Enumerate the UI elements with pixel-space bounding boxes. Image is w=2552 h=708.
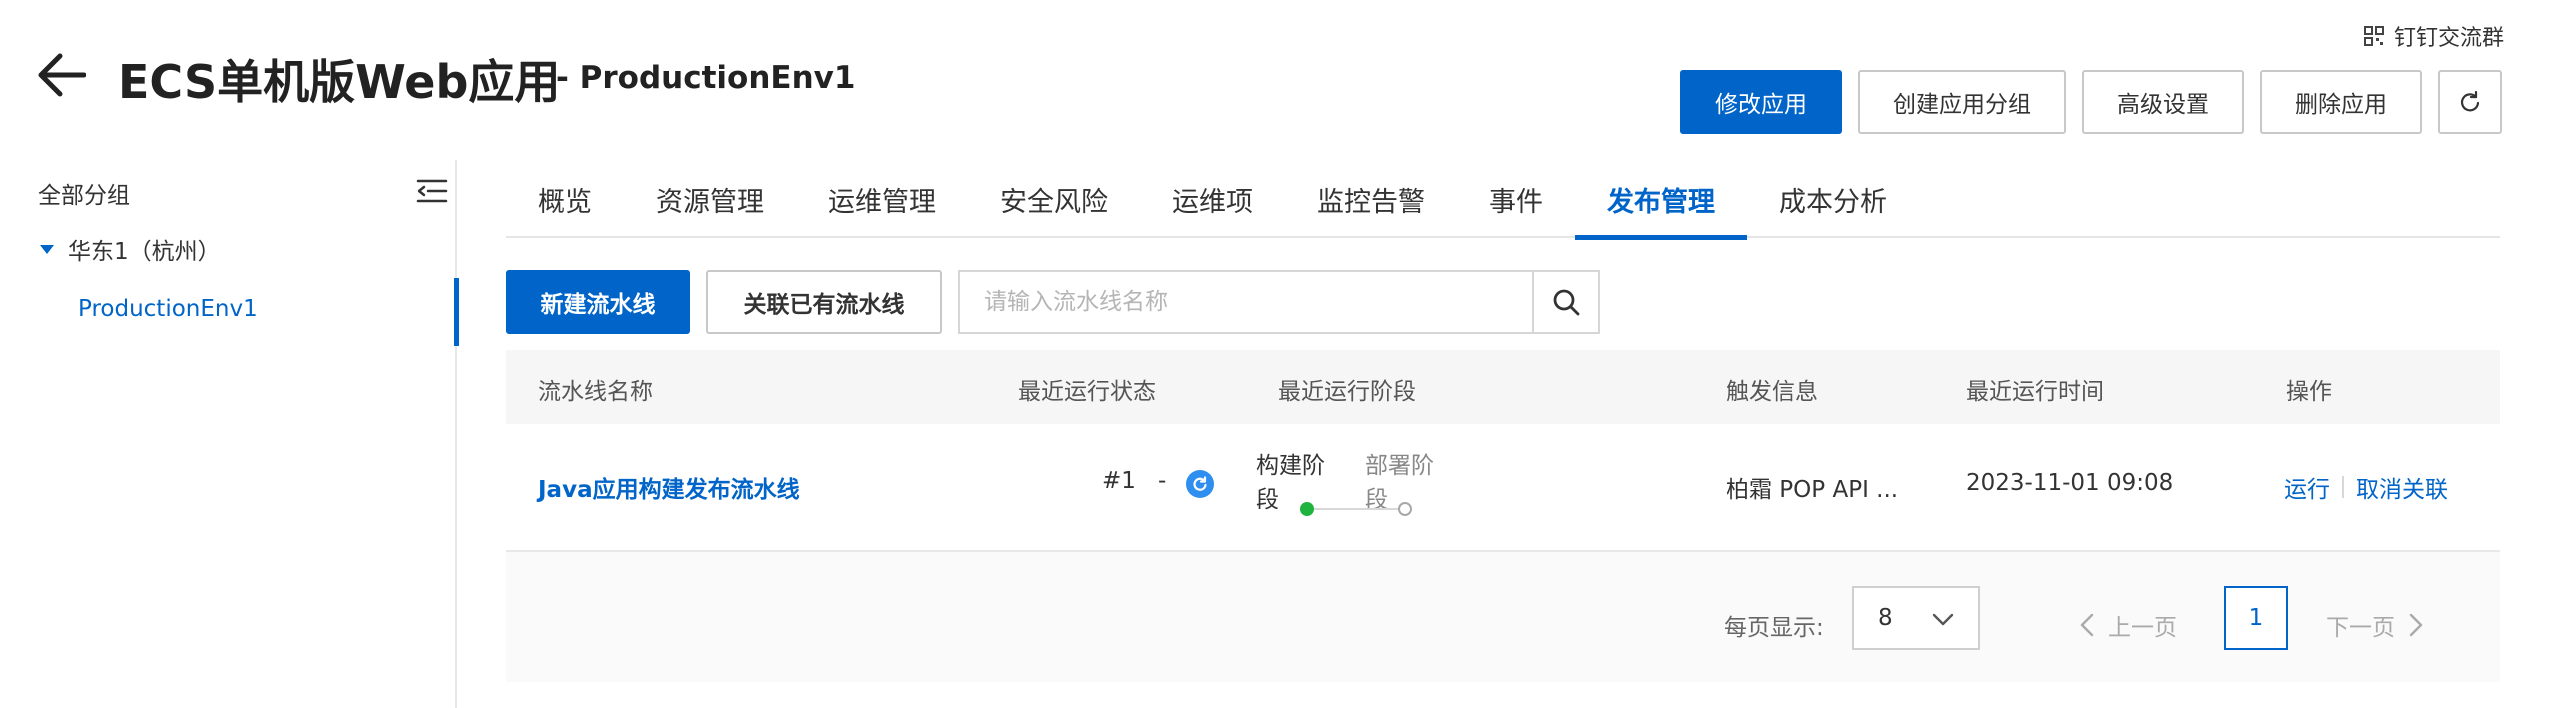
tab-resources[interactable]: 资源管理 bbox=[624, 160, 796, 238]
group-sidebar: 全部分组 华东1（杭州） ProductionEnv1 bbox=[0, 160, 459, 708]
stage-progress: 构建阶段 部署阶段 bbox=[1256, 446, 1456, 516]
region-label: 华东1（杭州） bbox=[68, 239, 221, 265]
tab-overview[interactable]: 概览 bbox=[506, 160, 624, 238]
tab-monitoring[interactable]: 监控告警 bbox=[1285, 160, 1457, 238]
run-link[interactable]: 运行 bbox=[2284, 470, 2330, 504]
chevron-right-icon bbox=[2409, 613, 2423, 637]
chevron-left-icon bbox=[2080, 613, 2094, 637]
refresh-button[interactable] bbox=[2438, 70, 2502, 134]
divider bbox=[2342, 476, 2344, 498]
pipeline-name-link[interactable]: Java应用构建发布流水线 bbox=[538, 470, 800, 504]
last-run-time: 2023-11-01 09:08 bbox=[1966, 470, 2174, 496]
active-indicator bbox=[454, 278, 459, 346]
tab-ops-items[interactable]: 运维项 bbox=[1140, 160, 1285, 238]
refresh-icon bbox=[2460, 91, 2480, 112]
col-time: 最近运行时间 bbox=[1966, 379, 2104, 405]
trigger-info: 柏霜 POP API ... bbox=[1726, 477, 1899, 503]
run-number[interactable]: #1 bbox=[1102, 468, 1136, 494]
advanced-settings-button[interactable]: 高级设置 bbox=[2082, 70, 2244, 134]
collapse-sidebar-icon[interactable] bbox=[416, 178, 448, 204]
delete-app-button[interactable]: 删除应用 bbox=[2260, 70, 2422, 134]
run-dash: - bbox=[1158, 468, 1167, 494]
running-status bbox=[1186, 470, 1214, 498]
modify-app-button[interactable]: 修改应用 bbox=[1680, 70, 1842, 134]
col-name: 流水线名称 bbox=[538, 379, 653, 405]
tab-release[interactable]: 发布管理 bbox=[1575, 160, 1747, 240]
col-stage: 最近运行阶段 bbox=[1278, 379, 1416, 405]
table-header: 流水线名称 最近运行状态 最近运行阶段 触发信息 最近运行时间 操作 bbox=[506, 350, 2500, 424]
page-number-current[interactable]: 1 bbox=[2224, 586, 2288, 650]
pipeline-table: 流水线名称 最近运行状态 最近运行阶段 触发信息 最近运行时间 操作 Java应… bbox=[506, 350, 2500, 552]
row-actions: 运行 取消关联 bbox=[2284, 470, 2448, 504]
link-pipeline-button[interactable]: 关联已有流水线 bbox=[706, 270, 942, 334]
prev-page-label: 上一页 bbox=[2108, 615, 2177, 641]
sidebar-item-region[interactable]: 华东1（杭州） bbox=[40, 232, 221, 266]
create-app-group-button[interactable]: 创建应用分组 bbox=[1858, 70, 2066, 134]
qrcode-icon bbox=[2363, 26, 2384, 46]
running-icon bbox=[1186, 470, 1214, 498]
tab-bar: 概览 资源管理 运维管理 安全风险 运维项 监控告警 事件 发布管理 成本分析 bbox=[506, 160, 2500, 240]
new-pipeline-button[interactable]: 新建流水线 bbox=[506, 270, 690, 334]
next-page-label: 下一页 bbox=[2326, 615, 2395, 641]
page-title: ECS单机版Web应用 bbox=[118, 55, 561, 109]
chevron-down-icon bbox=[1932, 613, 1954, 626]
dingtalk-group-link[interactable]: 钉钉交流群 bbox=[2363, 20, 2504, 52]
search-button[interactable] bbox=[1532, 272, 1598, 332]
tab-operations[interactable]: 运维管理 bbox=[796, 160, 968, 238]
sidebar-item-env[interactable]: ProductionEnv1 bbox=[0, 278, 459, 346]
search-icon bbox=[1553, 289, 1580, 316]
stage-done-dot bbox=[1300, 502, 1314, 516]
stage-pending-dot bbox=[1398, 502, 1412, 516]
env-label: ProductionEnv1 bbox=[78, 296, 258, 322]
pipeline-toolbar: 新建流水线 关联已有流水线 bbox=[506, 270, 1600, 334]
unlink-link[interactable]: 取消关联 bbox=[2356, 470, 2448, 504]
tab-events[interactable]: 事件 bbox=[1457, 160, 1575, 238]
page-size-value: 8 bbox=[1878, 605, 1893, 631]
stage-track bbox=[1300, 502, 1412, 516]
search-input[interactable] bbox=[960, 272, 1532, 332]
prev-page-button[interactable]: 上一页 bbox=[2080, 608, 2177, 642]
pipeline-search bbox=[958, 270, 1600, 334]
tab-security-risk[interactable]: 安全风险 bbox=[968, 160, 1140, 238]
dingtalk-label: 钉钉交流群 bbox=[2393, 26, 2504, 51]
header-actions: 修改应用 创建应用分组 高级设置 删除应用 bbox=[1680, 70, 2502, 134]
table-row: Java应用构建发布流水线 #1 - 构建阶段 部署阶段 柏霜 POP API … bbox=[506, 424, 2500, 552]
col-actions: 操作 bbox=[2286, 379, 2332, 405]
col-status: 最近运行状态 bbox=[1018, 379, 1156, 405]
caret-down-icon bbox=[40, 244, 54, 254]
tab-cost[interactable]: 成本分析 bbox=[1747, 160, 1919, 238]
next-page-button[interactable]: 下一页 bbox=[2326, 608, 2423, 642]
col-trigger: 触发信息 bbox=[1726, 379, 1818, 405]
pagination: 每页显示: 8 上一页 1 下一页 bbox=[506, 552, 2500, 682]
page-subtitle: - ProductionEnv1 bbox=[556, 60, 856, 96]
sidebar-title: 全部分组 bbox=[38, 183, 130, 209]
arrow-left-icon[interactable] bbox=[36, 52, 86, 98]
page-size-select[interactable]: 8 bbox=[1852, 586, 1980, 650]
page-size-label: 每页显示: bbox=[1724, 615, 1824, 641]
